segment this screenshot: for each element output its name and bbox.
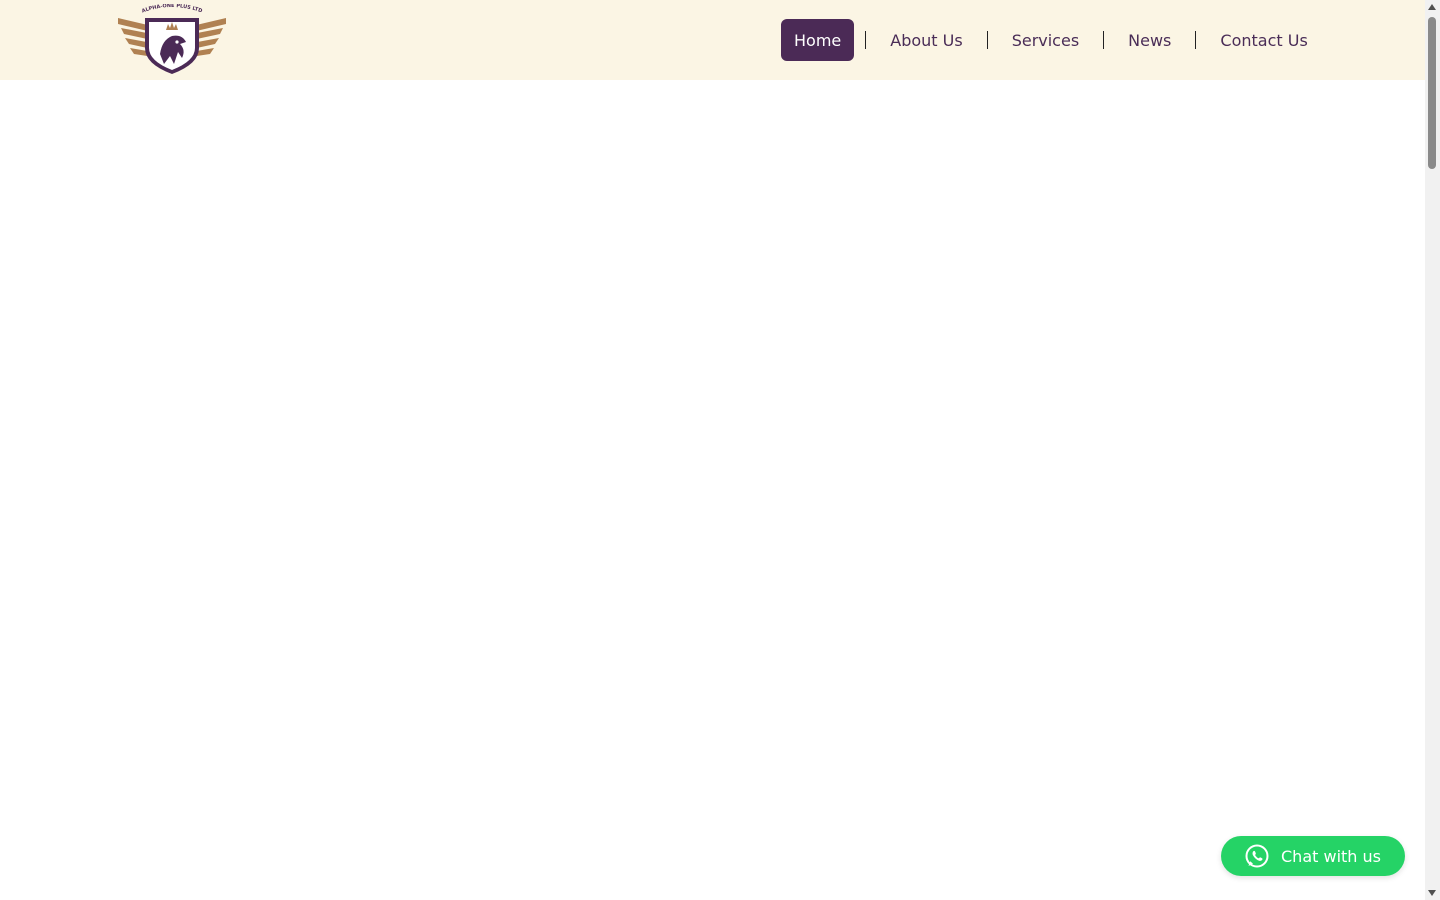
nav-separator [1103,31,1105,49]
site-header: ALPHA-ONE PLUS LTD Home About Us Service… [0,0,1425,80]
main-nav: Home About Us Services News Contact Us [781,19,1321,61]
chat-label: Chat with us [1281,846,1381,866]
vertical-scrollbar[interactable] [1425,0,1440,900]
nav-separator [865,31,867,49]
nav-item-about-us[interactable]: About Us [877,19,975,61]
nav-item-contact-us[interactable]: Contact Us [1207,19,1320,61]
chat-with-us-button[interactable]: Chat with us [1221,836,1405,876]
scroll-up-arrow-icon[interactable] [1428,4,1436,10]
page-viewport: ALPHA-ONE PLUS LTD Home About Us Service… [0,0,1425,900]
nav-separator [1195,31,1197,49]
scroll-down-arrow-icon[interactable] [1428,890,1436,896]
company-logo[interactable]: ALPHA-ONE PLUS LTD [116,4,228,76]
nav-separator [986,31,988,49]
nav-item-home[interactable]: Home [781,19,855,61]
scroll-thumb[interactable] [1428,17,1436,169]
nav-item-services[interactable]: Services [999,19,1092,61]
nav-item-news[interactable]: News [1115,19,1184,61]
whatsapp-icon [1245,844,1269,868]
svg-text:ALPHA-ONE PLUS LTD: ALPHA-ONE PLUS LTD [141,4,203,14]
